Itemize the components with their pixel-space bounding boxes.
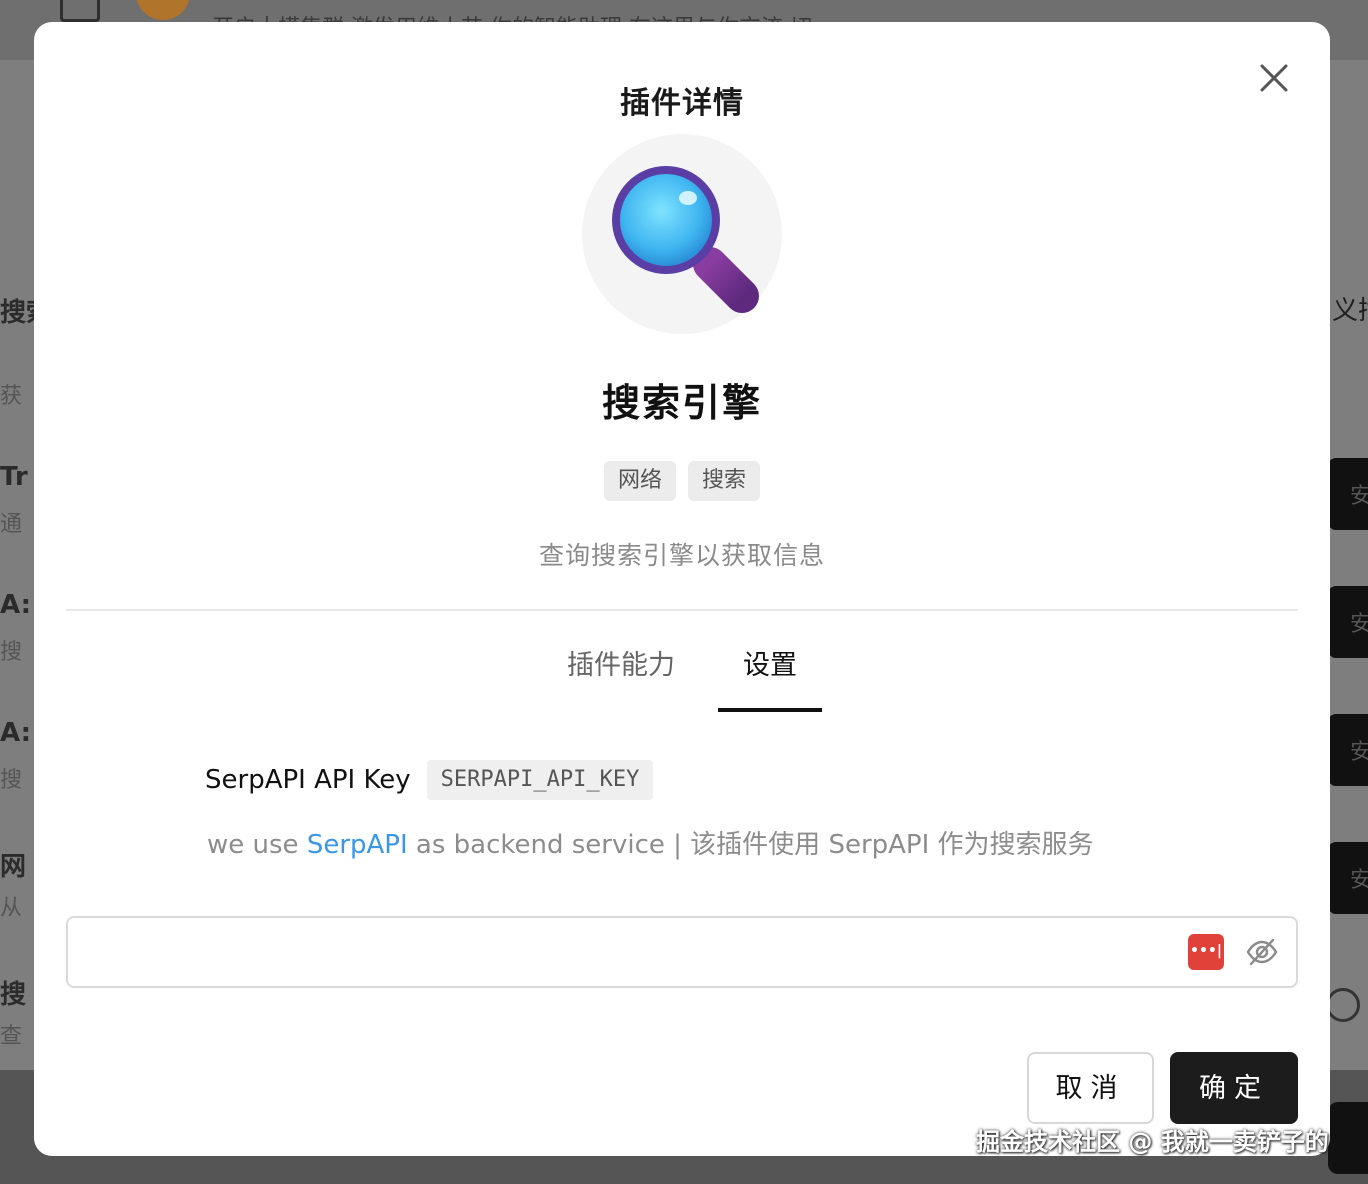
- setting-label-row: SerpAPI API Key SERPAPI_API_KEY: [205, 760, 654, 800]
- tab-label: 插件能力: [567, 650, 675, 681]
- background-right-text: 义插: [1332, 296, 1368, 326]
- env-var-badge: SERPAPI_API_KEY: [426, 760, 654, 800]
- tab-settings[interactable]: 设置: [718, 634, 822, 712]
- background-install-button: 安: [1328, 714, 1368, 786]
- cancel-button[interactable]: 取消: [1027, 1052, 1154, 1124]
- gear-icon: [1326, 988, 1360, 1022]
- tab-plugin-abilities[interactable]: 插件能力: [546, 634, 696, 712]
- bot-avatar: [136, 0, 190, 20]
- tab-label: 设置: [743, 650, 797, 681]
- background-install-button: 安: [1328, 586, 1368, 658]
- close-button[interactable]: [1256, 60, 1292, 96]
- watermark: 掘金技术社区 @ 我就一卖铲子的: [976, 1128, 1329, 1156]
- setting-description-suffix: as backend service | 该插件使用 SerpAPI 作为搜索服…: [407, 830, 1094, 860]
- eye-slash-icon[interactable]: [1244, 934, 1280, 970]
- serpapi-link[interactable]: SerpAPI: [307, 830, 408, 860]
- plugin-detail-modal: 插件详情 搜索引擎 网络 搜索 查询搜索引擎以获取信息 插件能力 设置 Serp…: [34, 22, 1330, 1156]
- plugin-name: 搜索引擎: [601, 381, 762, 425]
- password-manager-icon[interactable]: •••|: [1188, 934, 1224, 970]
- setting-description-prefix: we use: [207, 830, 307, 860]
- plugin-description: 查询搜索引擎以获取信息: [538, 541, 825, 570]
- divider: [66, 609, 1298, 611]
- api-key-field: •••|: [66, 916, 1298, 988]
- tag: 搜索: [688, 461, 761, 501]
- active-tab-indicator: [718, 708, 822, 712]
- app-logo-icon: [60, 0, 100, 22]
- setting-label: SerpAPI API Key: [205, 765, 411, 795]
- api-key-input[interactable]: [84, 932, 1164, 972]
- background-dark-button: [1328, 1102, 1368, 1174]
- tag: 网络: [603, 461, 676, 501]
- modal-title: 插件详情: [620, 86, 744, 121]
- background-install-button: 安: [1328, 458, 1368, 530]
- plugin-tags: 网络 搜索: [34, 461, 1330, 501]
- close-icon: [1260, 64, 1288, 92]
- tab-bar: 插件能力 设置: [34, 634, 1330, 712]
- background-install-button: 安: [1328, 842, 1368, 914]
- setting-description: we use SerpAPI as backend service | 该插件使…: [207, 824, 1094, 861]
- confirm-button[interactable]: 确定: [1170, 1052, 1298, 1124]
- magnifier-icon: [612, 166, 759, 313]
- plugin-avatar: [582, 134, 782, 334]
